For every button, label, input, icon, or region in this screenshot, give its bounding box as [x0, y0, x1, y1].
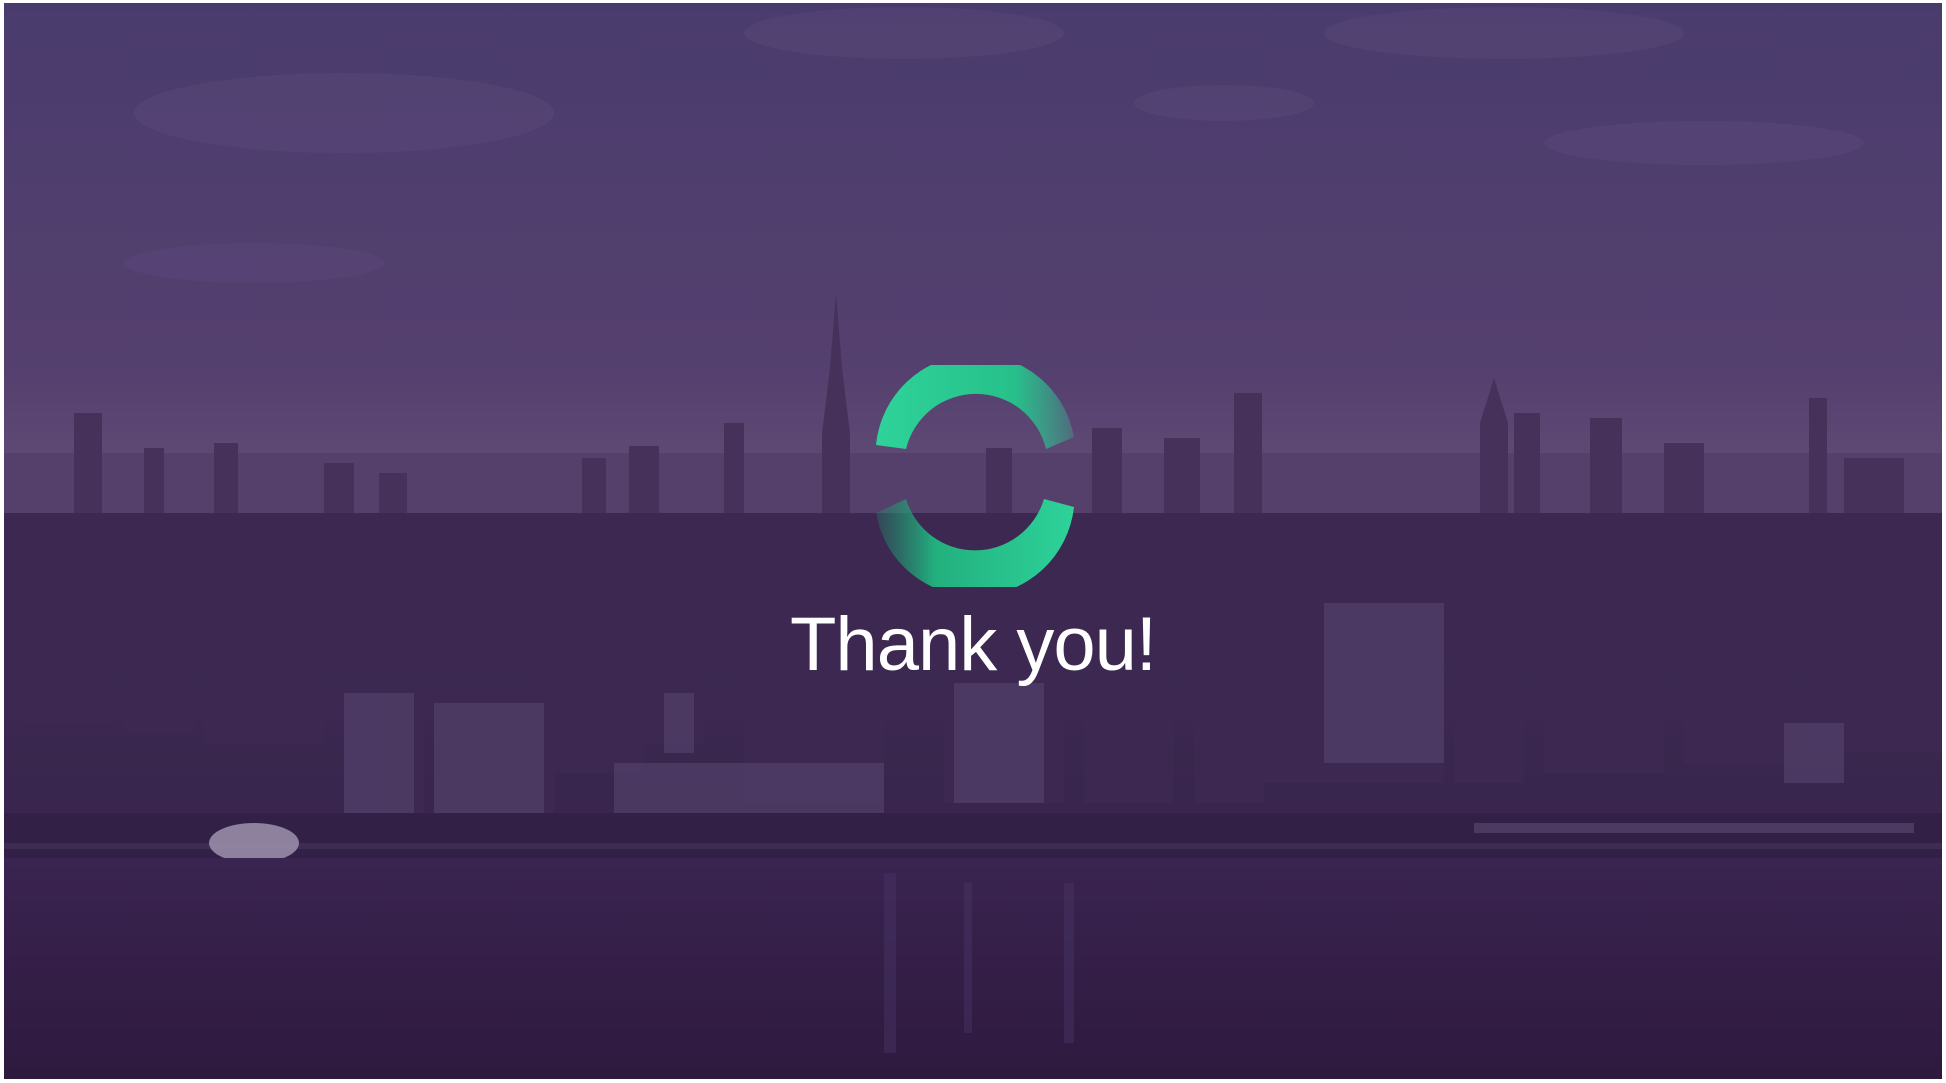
- green-circular-arrows-logo: [876, 365, 1074, 587]
- page-title: Thank you!: [790, 602, 1157, 687]
- thank-you-slide: Thank you!: [4, 3, 1942, 1079]
